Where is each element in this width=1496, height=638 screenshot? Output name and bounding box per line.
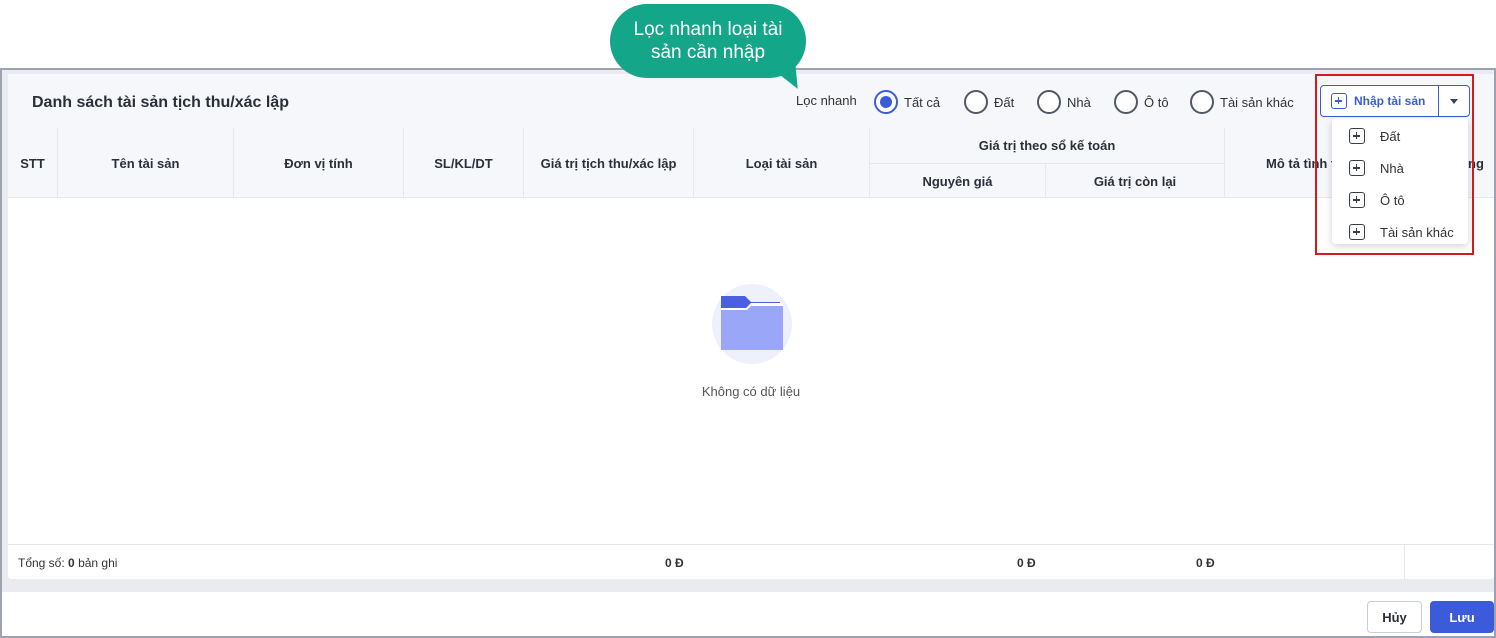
col-header-type: Loại tài sản [694, 128, 870, 198]
caret-down-icon [1450, 98, 1458, 104]
col-header-unit: Đơn vị tính [234, 128, 404, 198]
radio-checked-icon [874, 90, 898, 114]
dialog-window: Danh sách tài sản tịch thu/xác lập Lọc n… [0, 68, 1496, 638]
dropdown-item-land[interactable]: Đất [1332, 120, 1468, 152]
callout-bubble: Lọc nhanh loại tài sản cần nhập [610, 4, 806, 78]
add-asset-split-button: Nhập tài sản [1320, 85, 1470, 117]
dropdown-item-label: Nhà [1380, 160, 1404, 176]
sum-value: 0 Đ [665, 556, 684, 570]
table-footer: Tổng số: 0 bản ghi 0 Đ 0 Đ 0 Đ [8, 544, 1494, 580]
total-records: Tổng số: 0 bản ghi [18, 556, 117, 570]
total-count: 0 [68, 556, 75, 570]
filter-radio-other[interactable]: Tài sản khác [1190, 90, 1294, 114]
filter-radio-label: Đất [994, 94, 1015, 110]
filter-radio-land[interactable]: Đất [964, 90, 1014, 114]
col-header-value: Giá trị tịch thu/xác lập [524, 128, 694, 198]
plus-square-icon [1349, 192, 1365, 208]
col-header-qty: SL/KL/DT [404, 128, 524, 198]
filter-radio-all[interactable]: Tất cả [874, 90, 940, 114]
dropdown-item-other[interactable]: Tài sản khác [1332, 216, 1468, 248]
radio-unchecked-icon [1037, 90, 1061, 114]
filter-radio-car[interactable]: Ô tô [1114, 90, 1169, 114]
plus-square-icon [1331, 93, 1347, 109]
sum-remaining-value: 0 Đ [1196, 556, 1215, 570]
add-asset-label: Nhập tài sản [1354, 94, 1426, 108]
panel-header: Danh sách tài sản tịch thu/xác lập Lọc n… [8, 74, 1494, 128]
dropdown-item-car[interactable]: Ô tô [1332, 184, 1468, 216]
col-header-accounting-group: Giá trị theo sổ kế toán [870, 128, 1225, 164]
filter-radio-label: Ô tô [1144, 94, 1169, 110]
sum-original-price: 0 Đ [1017, 556, 1036, 570]
col-header-original-price: Nguyên giá [870, 164, 1046, 198]
add-asset-dropdown-toggle[interactable] [1439, 86, 1469, 116]
dropdown-item-label: Ô tô [1380, 192, 1405, 208]
quick-filter-label: Lọc nhanh [796, 93, 857, 108]
asset-list-panel: Danh sách tài sản tịch thu/xác lập Lọc n… [8, 74, 1494, 580]
col-header-name: Tên tài sản [58, 128, 234, 198]
col-header-remaining-value: Giá trị còn lại [1046, 164, 1225, 198]
dropdown-item-label: Đất [1380, 128, 1401, 144]
total-prefix: Tổng số: [18, 556, 65, 570]
cancel-button[interactable]: Hủy [1367, 601, 1422, 633]
radio-unchecked-icon [1190, 90, 1214, 114]
radio-unchecked-icon [964, 90, 988, 114]
filter-radio-label: Tài sản khác [1220, 94, 1294, 110]
col-header-partial: ng [1468, 155, 1484, 171]
add-asset-button[interactable]: Nhập tài sản [1321, 86, 1439, 116]
empty-folder-icon [712, 284, 792, 364]
content-background: Danh sách tài sản tịch thu/xác lập Lọc n… [2, 70, 1494, 592]
table-header: STT Tên tài sản Đơn vị tính SL/KL/DT Giá… [8, 128, 1494, 198]
filter-radio-house[interactable]: Nhà [1037, 90, 1091, 114]
plus-square-icon [1349, 224, 1365, 240]
callout-text: Lọc nhanh loại tài sản cần nhập [633, 19, 783, 63]
plus-square-icon [1349, 160, 1365, 176]
save-button[interactable]: Lưu [1430, 601, 1494, 633]
filter-radio-label: Nhà [1067, 94, 1091, 110]
radio-unchecked-icon [1114, 90, 1138, 114]
dropdown-item-house[interactable]: Nhà [1332, 152, 1468, 184]
add-asset-dropdown-menu: Đất Nhà Ô tô Tài sản khác [1332, 118, 1468, 244]
total-suffix: bản ghi [78, 556, 118, 570]
plus-square-icon [1349, 128, 1365, 144]
panel-title: Danh sách tài sản tịch thu/xác lập [32, 94, 289, 111]
footer-divider [1404, 545, 1405, 580]
col-header-stt: STT [8, 128, 58, 198]
filter-radio-label: Tất cả [904, 94, 941, 110]
empty-state-text: Không có dữ liệu [701, 384, 801, 399]
dropdown-item-label: Tài sản khác [1380, 224, 1454, 240]
